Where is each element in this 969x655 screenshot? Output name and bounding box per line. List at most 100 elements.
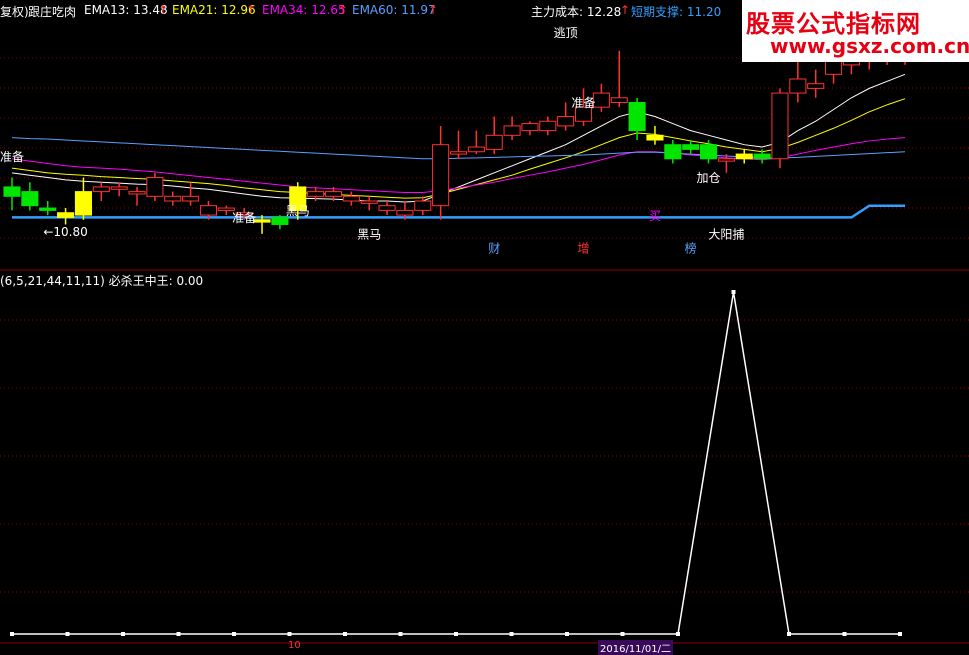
candle-body: [92, 186, 110, 193]
candle-body: [253, 219, 271, 223]
candle-body: [807, 83, 825, 89]
candle: [592, 83, 610, 112]
signal-label: 准备: [232, 211, 256, 225]
candle-body: [307, 191, 325, 197]
candle: [164, 191, 182, 206]
candle-body: [110, 186, 128, 190]
candle: [57, 208, 75, 225]
kill-signal-point: [842, 632, 847, 636]
chart-canvas: 准备←10.80准备黑马黑马逃顶准备买加仓财增榜大阳捕: [0, 26, 969, 644]
up-arrow-icon: ↑: [620, 3, 631, 17]
candle-body: [39, 207, 57, 211]
signal-label: 加仓: [697, 171, 721, 185]
signal-label: 准备: [0, 150, 24, 164]
candlesticks: [3, 32, 914, 234]
kill-signal-point: [509, 632, 514, 636]
candle: [74, 177, 92, 220]
kill-signal-point: [731, 290, 736, 294]
candle-body: [449, 151, 468, 155]
signal-label: ←10.80: [43, 225, 87, 239]
signal-label: 财: [488, 242, 500, 256]
candle: [503, 116, 521, 140]
up-arrow-icon: ↑: [428, 3, 439, 17]
candle: [92, 182, 110, 201]
signal-label: 买: [649, 209, 661, 223]
watermark-url: www.gsxz.com.cn: [770, 34, 969, 58]
kill-signal-point: [787, 632, 791, 636]
candle: [110, 182, 128, 197]
kill-signal-point: [10, 632, 14, 636]
candle-body: [432, 144, 450, 207]
candle-body: [467, 146, 485, 153]
candle-body: [414, 200, 432, 211]
candle: [610, 50, 628, 108]
candle-body: [503, 125, 521, 136]
signal-annotations: 准备←10.80准备黑马黑马逃顶准备买加仓财增榜大阳捕: [0, 26, 744, 256]
signal-label: 黑马: [286, 204, 310, 218]
candle-body: [789, 78, 807, 94]
candle-body: [3, 186, 21, 197]
bottom-axis-tick: 10: [288, 640, 301, 651]
candle: [21, 182, 39, 211]
ema34-label: EMA34: 12.65: [262, 3, 346, 17]
candle: [39, 201, 57, 216]
candle: [449, 130, 468, 159]
kill-signal-point: [121, 632, 125, 636]
signal-label: 黑马: [357, 228, 381, 242]
candle-body: [664, 144, 682, 160]
candle-body: [700, 144, 718, 160]
candle: [807, 69, 825, 98]
lower-indicator-panel: [10, 290, 902, 636]
ema60-label: EMA60: 11.97: [352, 3, 436, 17]
signal-label: 榜: [685, 241, 697, 256]
candle-body: [199, 205, 217, 216]
short-support-label: 短期支撑: 11.20: [631, 5, 722, 19]
candle: [485, 116, 503, 155]
support-line: [12, 204, 905, 219]
candle-body: [217, 207, 235, 211]
candle-body: [682, 144, 700, 150]
candle-body: [74, 191, 92, 216]
kill-signal-point: [343, 632, 347, 636]
candle-body: [271, 216, 289, 225]
candle: [735, 149, 753, 164]
bottom-axis-date: 2016/11/01/二: [598, 640, 674, 655]
candle-body: [539, 120, 557, 132]
kill-signal-point: [898, 632, 902, 636]
kill-signal-point: [676, 632, 680, 636]
lower-panel-header: (6,5,21,44,11,11) 必杀王中王: 0.00: [0, 274, 204, 288]
candle-body: [378, 205, 396, 211]
candle: [521, 121, 539, 136]
candle-body: [592, 92, 610, 108]
candle-body: [610, 97, 628, 103]
up-arrow-icon: ↑: [158, 3, 169, 17]
kill-signal-point: [398, 632, 403, 636]
candle: [539, 116, 557, 136]
candle-body: [342, 195, 360, 202]
candle-body: [360, 200, 378, 204]
candle: [753, 149, 771, 164]
candle: [771, 88, 789, 169]
support-line: [12, 204, 905, 219]
candle-body: [146, 177, 164, 197]
candle-body: [57, 212, 75, 218]
signal-label: 增: [578, 242, 590, 256]
candle-body: [646, 134, 664, 141]
signal-label: 准备: [572, 96, 596, 110]
signal-label: 逃顶: [554, 26, 578, 40]
candle-body: [753, 153, 771, 160]
main-cost-label: 主力成本: 12.28: [531, 5, 622, 19]
up-arrow-icon: ↑: [338, 3, 349, 17]
candle: [467, 130, 485, 155]
candle: [146, 172, 164, 201]
candle: [3, 177, 21, 211]
candle: [342, 191, 360, 206]
header-prefix: 复权): [0, 5, 29, 19]
kill-signal-point: [176, 632, 181, 636]
indicator-name: 跟庄吃肉: [28, 5, 77, 19]
candle-body: [485, 134, 503, 150]
candle: [360, 196, 378, 211]
candle-body: [521, 123, 539, 132]
candle-body: [128, 191, 146, 195]
candle-body: [21, 191, 39, 207]
